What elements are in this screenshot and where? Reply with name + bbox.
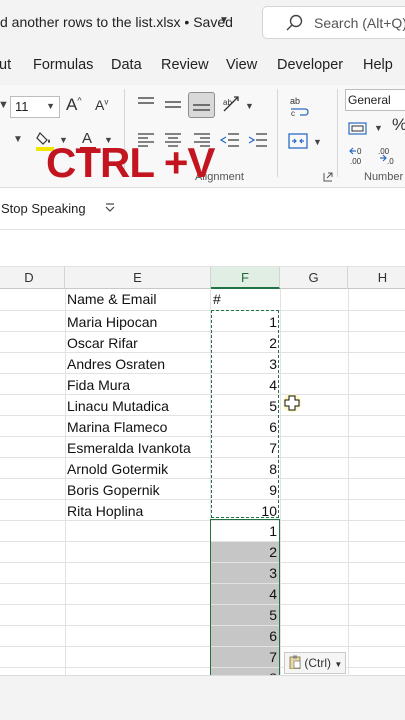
chevron-down-icon: ▼ [334,660,343,669]
increase-font-size-icon[interactable]: A^ [66,95,82,115]
spreadsheet-grid[interactable]: D E F G H Name & Email # Maria Hipocan 1… [0,267,405,675]
bottom-align-button[interactable] [188,92,215,118]
grid-line [0,562,405,563]
grid-line [0,310,405,311]
menu-bar: ut Formulas Data Review View Developer H… [0,45,405,85]
chevron-down-icon: ▼ [46,101,55,111]
decrease-font-size-icon[interactable]: Av [95,97,108,113]
table-row-name[interactable]: Arnold Gotermik [67,459,210,479]
table-row-name[interactable]: Boris Gopernik [67,480,210,500]
grid-line [0,646,405,647]
font-name-chevron-icon[interactable]: ▼ [0,99,9,111]
table-row-name[interactable]: Oscar Rifar [67,333,210,353]
middle-align-icon[interactable] [164,97,182,111]
tab-view[interactable]: View [226,57,257,73]
decrease-indent-icon[interactable] [220,133,240,149]
column-header-h[interactable]: H [348,267,405,289]
percent-style-icon[interactable]: % [392,115,405,135]
accounting-chevron-icon[interactable]: ▼ [374,123,383,133]
formula-bar[interactable] [0,231,405,267]
quick-access-bar: Stop Speaking [0,188,405,230]
search-box[interactable]: Search (Alt+Q) [262,6,405,39]
keyboard-shortcut-overlay: CTRL +V [46,139,215,186]
table-row-name[interactable]: Maria Hipocan [67,312,210,332]
font-size-value: 11 [15,99,29,114]
title-chevron-down-icon[interactable]: ▼ [219,15,229,26]
merge-chevron-icon[interactable]: ▼ [313,137,322,147]
decrease-decimal-icon[interactable]: .00 .0 [376,145,398,165]
column-header-d[interactable]: D [0,267,65,289]
tab-layout[interactable]: ut [0,57,11,73]
tab-review[interactable]: Review [161,57,209,73]
wrap-text-icon[interactable]: ab c [289,95,309,117]
selection-border [210,519,280,675]
increase-decimal-icon[interactable]: 0 .00 [348,145,370,165]
tab-help[interactable]: Help [363,57,393,73]
tab-data[interactable]: Data [111,57,142,73]
grid-line [65,289,66,675]
grid-line [348,289,349,675]
tab-developer[interactable]: Developer [277,57,343,73]
increase-indent-icon[interactable] [248,133,268,149]
svg-text:c: c [291,109,295,117]
move-cursor-icon [283,394,301,412]
grid-line [0,541,405,542]
table-row-name[interactable]: Andres Osraten [67,354,210,374]
grid-line [0,625,405,626]
svg-text:.00: .00 [350,157,362,165]
orientation-chevron-icon[interactable]: ▼ [245,101,254,111]
bottom-bar [0,675,405,720]
table-row-name[interactable]: Linacu Mutadica [67,396,210,416]
column-header-g[interactable]: G [280,267,348,289]
ribbon-separator [277,89,278,177]
borders-chevron-icon[interactable]: ▼ [13,134,23,145]
table-row-name[interactable]: Esmeralda Ivankota [67,438,210,458]
svg-text:0: 0 [357,147,362,156]
ribbon-separator [337,89,338,177]
number-format-select[interactable]: General [345,89,405,111]
header-cell-number[interactable]: # [211,289,279,309]
svg-text:.0: .0 [387,157,394,165]
dialog-launcher-icon[interactable] [323,172,333,182]
table-row-name[interactable]: Rita Hoplina [67,501,210,521]
merge-center-icon[interactable] [288,132,308,150]
customize-toolbar-icon[interactable] [104,202,116,214]
bottom-align-icon [193,104,210,111]
header-cell-name[interactable]: Name & Email [67,289,210,309]
grid-line [280,289,281,675]
column-header-e[interactable]: E [65,267,211,289]
search-icon [286,14,303,31]
copy-marquee [211,310,279,518]
grid-line [0,604,405,605]
number-group-label: Number [364,171,404,183]
table-row-name[interactable]: Marina Flameco [67,417,210,437]
title-bar: d another rows to the list.xlsx • Saved … [0,0,405,45]
svg-text:.00: .00 [378,147,390,156]
document-title[interactable]: d another rows to the list.xlsx • Saved [0,14,233,30]
svg-text:ab: ab [223,98,232,107]
grid-line [0,583,405,584]
font-size-select[interactable]: 11 ▼ [10,96,60,118]
tab-formulas[interactable]: Formulas [33,57,93,73]
number-format-value: General [348,93,391,107]
stop-speaking-button[interactable]: Stop Speaking [1,201,86,216]
column-header-f[interactable]: F [211,267,280,289]
clipboard-icon [289,655,301,669]
paste-options-label: (Ctrl) [304,656,331,670]
top-align-icon[interactable] [137,97,155,111]
orientation-icon[interactable]: ab [222,95,242,113]
paste-options-button[interactable]: (Ctrl) ▼ [284,652,346,674]
accounting-format-icon[interactable] [348,120,370,136]
svg-text:ab: ab [290,96,300,106]
search-placeholder: Search (Alt+Q) [314,15,405,31]
table-row-name[interactable]: Fida Mura [67,375,210,395]
